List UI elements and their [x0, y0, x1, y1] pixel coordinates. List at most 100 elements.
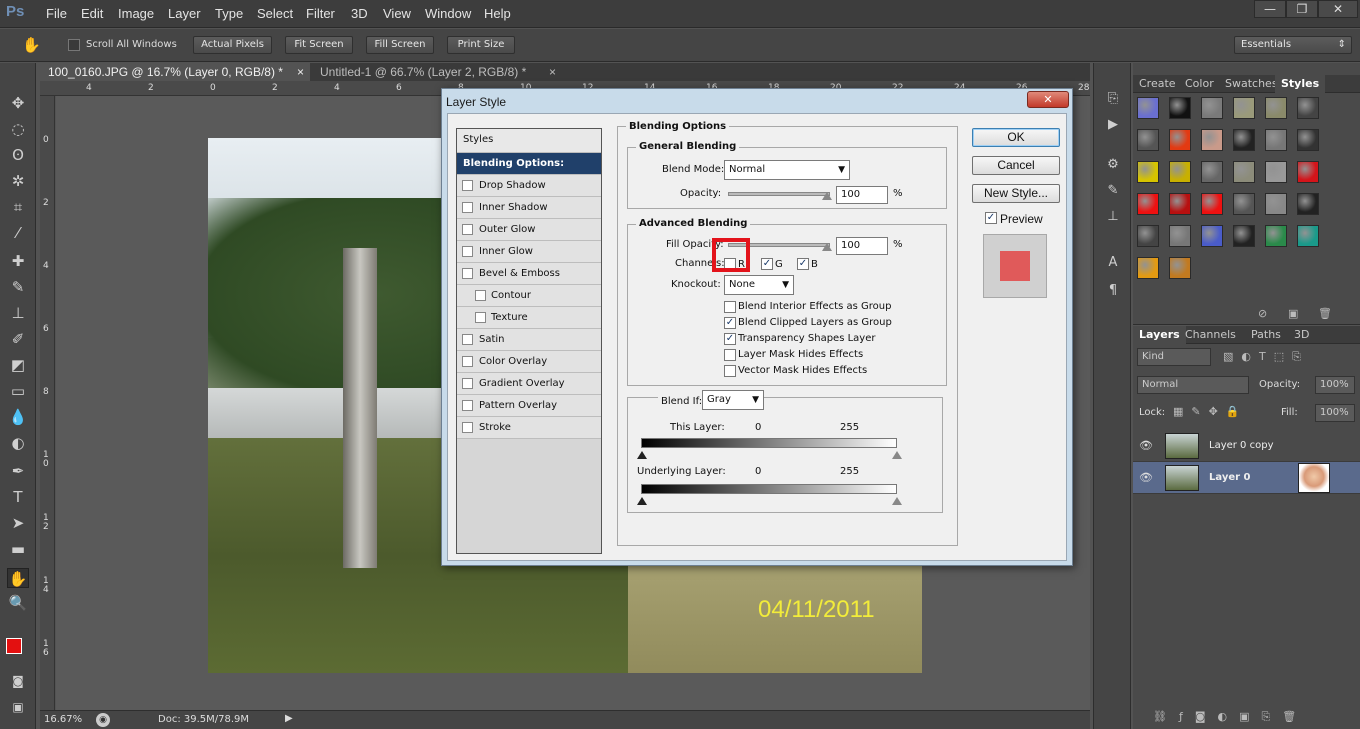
fill-input[interactable]: 100% [1315, 404, 1355, 422]
style-checkbox[interactable] [462, 180, 473, 191]
style-list-item[interactable]: Contour [457, 285, 601, 307]
gradient-tool-icon[interactable]: ▭ [7, 381, 29, 401]
ok-button[interactable]: OK [972, 128, 1060, 147]
style-checkbox[interactable] [462, 356, 473, 367]
blend-clipped-checkbox[interactable]: ✓ [724, 317, 736, 329]
tab-layers[interactable]: Layers [1133, 326, 1186, 344]
style-swatch[interactable] [1265, 225, 1287, 247]
style-checkbox[interactable] [462, 268, 473, 279]
style-list-item[interactable]: Bevel & Emboss [457, 263, 601, 285]
hand-tool-selected-icon[interactable]: ✋ [7, 568, 29, 588]
style-checkbox[interactable] [475, 290, 486, 301]
eye-icon[interactable]: 👁 [1139, 471, 1153, 485]
fill-opacity-slider-knob[interactable] [822, 243, 832, 251]
crop-tool-icon[interactable]: ⌗ [7, 197, 29, 217]
menu-layer[interactable]: Layer [168, 6, 201, 21]
lock-icons[interactable]: ▦✎✥🔒 [1173, 405, 1248, 418]
channel-g-checkbox[interactable]: ✓ [761, 258, 773, 270]
tab-100-0160[interactable]: 100_0160.JPG @ 16.7% (Layer 0, RGB/8) * … [40, 63, 310, 81]
history-brush-tool-icon[interactable]: ✐ [7, 329, 29, 349]
menu-view[interactable]: View [383, 6, 411, 21]
style-swatch[interactable] [1137, 129, 1159, 151]
style-swatch[interactable] [1297, 193, 1319, 215]
fill-screen-button[interactable]: Fill Screen [366, 36, 434, 54]
clone-source-panel-icon[interactable]: ⊥ [1103, 207, 1123, 227]
tab-color[interactable]: Color [1179, 75, 1220, 93]
blend-interior-checkbox[interactable] [724, 301, 736, 313]
knockout-select[interactable]: None ▼ [724, 275, 794, 295]
clear-style-icon[interactable]: ⊘ [1258, 307, 1267, 320]
style-list-item[interactable]: Color Overlay [457, 351, 601, 373]
style-checkbox[interactable] [462, 334, 473, 345]
tab-close-icon[interactable]: × [297, 63, 304, 81]
layer-row-layer-0-copy[interactable]: 👁 Layer 0 copy [1133, 430, 1360, 462]
rectangle-tool-icon[interactable]: ▬ [7, 539, 29, 559]
style-checkbox[interactable] [462, 422, 473, 433]
this-layer-black-knob[interactable] [637, 451, 647, 459]
style-swatch[interactable] [1169, 257, 1191, 279]
style-swatch[interactable] [1201, 193, 1223, 215]
style-swatch[interactable] [1201, 225, 1223, 247]
layer-name[interactable]: Layer 0 [1209, 472, 1250, 483]
blend-if-select[interactable]: Gray ▼ [702, 390, 764, 410]
style-swatch[interactable] [1201, 161, 1223, 183]
channel-b-checkbox[interactable]: ✓ [797, 258, 809, 270]
magic-wand-tool-icon[interactable]: ✲ [7, 171, 29, 191]
menu-image[interactable]: Image [118, 6, 154, 21]
layer-filter-icons[interactable]: ▧◐T⬚⎘ [1223, 350, 1309, 364]
brush-tool-icon[interactable]: ✎ [7, 277, 29, 297]
style-swatch[interactable] [1233, 193, 1255, 215]
menu-edit[interactable]: Edit [81, 6, 103, 21]
menu-filter[interactable]: Filter [306, 6, 335, 21]
eye-icon[interactable]: 👁 [1139, 439, 1153, 453]
style-list-item[interactable]: Outer Glow [457, 219, 601, 241]
paragraph-panel-icon[interactable]: ¶ [1103, 281, 1123, 301]
actual-pixels-button[interactable]: Actual Pixels [193, 36, 272, 54]
style-checkbox[interactable] [462, 224, 473, 235]
minimize-button[interactable]: — [1254, 0, 1286, 18]
close-button[interactable]: ✕ [1318, 0, 1358, 18]
new-style-icon[interactable]: ▣ [1288, 307, 1298, 320]
tab-channels[interactable]: Channels [1179, 326, 1242, 344]
fill-opacity-input[interactable]: 100 [836, 237, 888, 255]
eraser-tool-icon[interactable]: ◩ [7, 355, 29, 375]
style-swatch[interactable] [1137, 257, 1159, 279]
style-swatch[interactable] [1265, 97, 1287, 119]
zoom-level[interactable]: 16.67% [44, 714, 82, 725]
style-swatch[interactable] [1137, 161, 1159, 183]
history-panel-icon[interactable]: ⎘ [1103, 89, 1123, 109]
underlying-layer-black-knob[interactable] [637, 497, 647, 505]
eyedropper-tool-icon[interactable]: ⁄ [7, 223, 29, 243]
status-menu-arrow-icon[interactable]: ▶ [285, 713, 293, 724]
pen-tool-icon[interactable]: ✒ [7, 461, 29, 481]
blur-tool-icon[interactable]: 💧 [7, 407, 29, 427]
style-swatch[interactable] [1169, 193, 1191, 215]
character-panel-icon[interactable]: A [1103, 253, 1123, 273]
style-swatch[interactable] [1297, 161, 1319, 183]
style-list-item[interactable]: Inner Glow [457, 241, 601, 263]
this-layer-white-knob[interactable] [892, 451, 902, 459]
layer-row-layer-0[interactable]: 👁 Layer 0 [1133, 462, 1360, 494]
style-swatch[interactable] [1265, 161, 1287, 183]
style-swatch[interactable] [1169, 225, 1191, 247]
screen-mode-icon[interactable]: ▣ [7, 697, 29, 717]
menu-file[interactable]: File [46, 6, 67, 21]
style-swatch[interactable] [1137, 193, 1159, 215]
this-layer-gradient[interactable] [641, 438, 897, 448]
move-tool-icon[interactable]: ✥ [7, 93, 29, 113]
kind-filter-select[interactable]: Kind [1137, 348, 1211, 366]
menu-select[interactable]: Select [257, 6, 293, 21]
style-list-item[interactable]: Drop Shadow [457, 175, 601, 197]
adjustments-panel-icon[interactable]: ⚙ [1103, 155, 1123, 175]
path-selection-tool-icon[interactable]: ➤ [7, 513, 29, 533]
style-list-item[interactable]: Inner Shadow [457, 197, 601, 219]
vector-mask-hides-checkbox[interactable] [724, 365, 736, 377]
style-swatch[interactable] [1201, 129, 1223, 151]
style-list-item[interactable]: Stroke [457, 417, 601, 439]
tab-3d[interactable]: 3D [1288, 326, 1315, 344]
style-swatch[interactable] [1169, 161, 1191, 183]
hand-tool-icon[interactable]: ✋ [22, 36, 41, 54]
marquee-tool-icon[interactable]: ◌ [7, 119, 29, 139]
transparency-shapes-checkbox[interactable]: ✓ [724, 333, 736, 345]
print-size-button[interactable]: Print Size [447, 36, 515, 54]
